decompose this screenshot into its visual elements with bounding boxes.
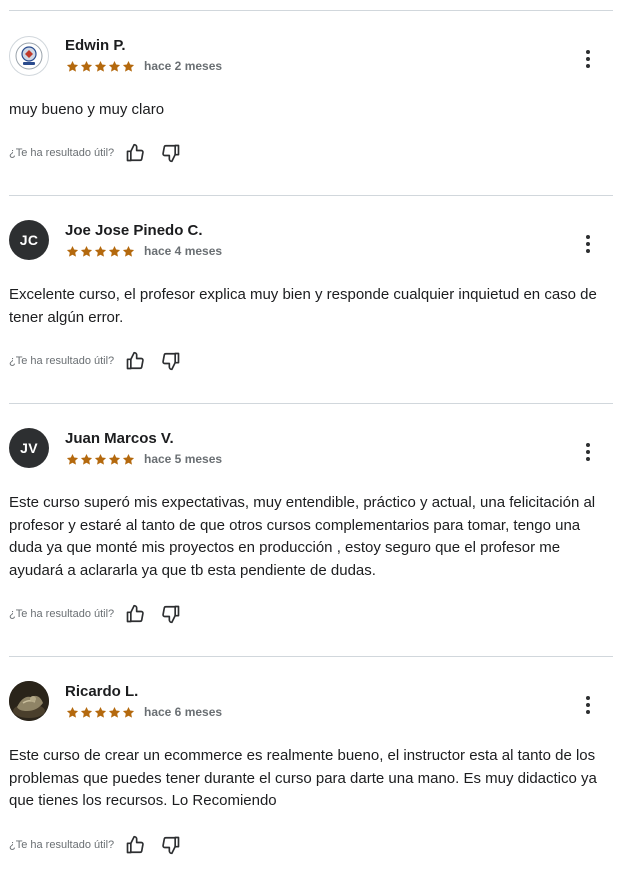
thumbs-down-icon	[162, 352, 180, 371]
review-text: Este curso de crear un ecommerce es real…	[9, 747, 597, 809]
avatar: JC	[9, 220, 49, 260]
star-icon	[94, 706, 107, 718]
review-text: Este curso superó mis expectativas, muy …	[9, 494, 596, 579]
more-options-icon[interactable]	[583, 695, 593, 715]
thumbs-up-button[interactable]	[124, 834, 146, 856]
star-icon	[94, 60, 107, 72]
thumbs-up-icon	[126, 143, 144, 162]
thumbs-up-icon	[126, 835, 144, 854]
review-item: JC Joe Jose Pinedo C. hace 4 meses Excel…	[9, 196, 613, 404]
rating-row: hace 4 meses	[66, 244, 222, 258]
reviewer-name: Joe Jose Pinedo C.	[65, 222, 203, 239]
star-icon	[122, 60, 135, 72]
star-icon	[80, 453, 93, 465]
rating-row: hace 6 meses	[66, 705, 222, 719]
helpful-prompt: ¿Te ha resultado útil?	[9, 147, 115, 159]
review-time: hace 6 meses	[144, 705, 223, 719]
star-icon	[66, 453, 79, 465]
star-rating	[66, 706, 135, 719]
avatar: JV	[9, 428, 49, 468]
star-icon	[122, 245, 135, 257]
review-time: hace 4 meses	[144, 244, 223, 258]
star-icon	[66, 60, 79, 72]
review-time: hace 5 meses	[144, 452, 223, 466]
thumbs-down-icon	[162, 144, 180, 163]
thumbs-down-button[interactable]	[160, 834, 182, 856]
star-icon	[80, 245, 93, 257]
review-time: hace 2 meses	[144, 59, 223, 73]
more-options-icon[interactable]	[583, 442, 593, 462]
more-options-icon[interactable]	[583, 234, 593, 254]
helpful-row: ¿Te ha resultado útil?	[9, 350, 182, 372]
helpful-prompt: ¿Te ha resultado útil?	[9, 608, 115, 620]
thumbs-up-button[interactable]	[124, 350, 146, 372]
star-icon	[108, 60, 121, 72]
avatar-photo-icon	[9, 681, 49, 721]
thumbs-down-icon	[162, 836, 180, 855]
reviewer-name: Edwin P.	[65, 37, 126, 54]
thumbs-up-button[interactable]	[124, 142, 146, 164]
avatar-logo-icon	[15, 42, 43, 70]
star-icon	[80, 60, 93, 72]
star-rating	[66, 453, 135, 466]
star-icon	[122, 706, 135, 718]
helpful-row: ¿Te ha resultado útil?	[9, 142, 182, 164]
thumbs-down-button[interactable]	[160, 350, 182, 372]
rating-row: hace 5 meses	[66, 452, 222, 466]
rating-row: hace 2 meses	[66, 59, 222, 73]
review-item: Edwin P. hace 2 meses muy bueno y muy cl…	[9, 11, 613, 196]
star-rating	[66, 60, 135, 73]
helpful-row: ¿Te ha resultado útil?	[9, 834, 182, 856]
thumbs-down-icon	[162, 605, 180, 624]
avatar	[9, 681, 49, 721]
star-icon	[80, 706, 93, 718]
review-item: Ricardo L. hace 6 meses Este curso de cr…	[9, 657, 613, 874]
review-text: muy bueno y muy claro	[9, 101, 165, 118]
reviewer-name: Juan Marcos V.	[65, 430, 174, 447]
more-options-icon[interactable]	[583, 49, 593, 69]
helpful-row: ¿Te ha resultado útil?	[9, 603, 182, 625]
star-rating	[66, 245, 135, 258]
star-icon	[94, 453, 107, 465]
star-icon	[94, 245, 107, 257]
review-text: Excelente curso, el profesor explica muy…	[9, 286, 597, 326]
avatar	[9, 36, 49, 76]
thumbs-up-icon	[126, 351, 144, 370]
thumbs-down-button[interactable]	[160, 142, 182, 164]
thumbs-up-icon	[126, 604, 144, 623]
helpful-prompt: ¿Te ha resultado útil?	[9, 355, 115, 367]
helpful-prompt: ¿Te ha resultado útil?	[9, 839, 115, 851]
star-icon	[66, 245, 79, 257]
star-icon	[108, 245, 121, 257]
star-icon	[122, 453, 135, 465]
review-item: JV Juan Marcos V. hace 5 meses Este curs…	[9, 404, 613, 657]
star-icon	[108, 706, 121, 718]
star-icon	[66, 706, 79, 718]
thumbs-up-button[interactable]	[124, 603, 146, 625]
thumbs-down-button[interactable]	[160, 603, 182, 625]
star-icon	[108, 453, 121, 465]
reviewer-name: Ricardo L.	[65, 683, 139, 700]
